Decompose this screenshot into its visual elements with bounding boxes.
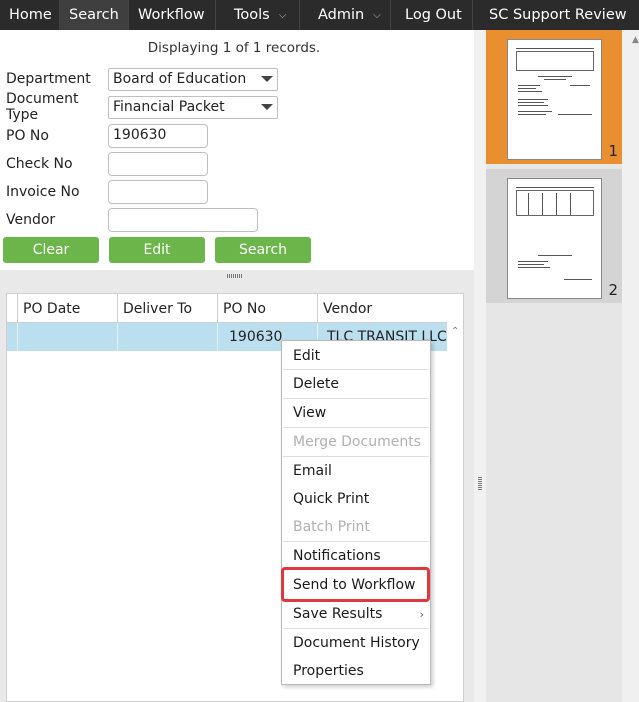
check-row: Check No [6, 152, 208, 176]
doctype-select[interactable]: Financial Packet [108, 95, 278, 119]
grid-header: PO Date Deliver To PO No Vendor [7, 294, 447, 323]
dropdown-arrow-icon [261, 104, 273, 110]
invoice-label: Invoice No [6, 184, 80, 200]
thumbnail-page-number: 2 [608, 281, 618, 299]
column-header-po-no[interactable]: PO No [218, 294, 318, 323]
grip-icon [478, 477, 482, 491]
menu-item-save-results[interactable]: Save Results › [282, 600, 430, 628]
column-header-deliver-to[interactable]: Deliver To [118, 294, 218, 323]
search-button[interactable]: Search [215, 237, 311, 263]
context-menu: Edit Delete View Merge Documents Email Q… [281, 340, 431, 685]
nav-home[interactable]: Home [0, 0, 60, 30]
dropdown-arrow-icon [261, 76, 273, 82]
po-row: PO No 190630 [6, 124, 208, 148]
nav-workflow-label: Workflow [138, 7, 205, 23]
vendor-row: Vendor [6, 208, 258, 232]
nav-home-label: Home [9, 7, 52, 23]
vertical-splitter[interactable] [474, 30, 486, 702]
invoice-row: Invoice No [6, 180, 208, 204]
page-thumbnail-image [507, 39, 602, 160]
po-label: PO No [6, 128, 49, 144]
nav-logout-label: Log Out [405, 7, 462, 23]
clear-button[interactable]: Clear [3, 237, 99, 263]
menu-item-batch-print: Batch Print [293, 519, 370, 535]
check-label: Check No [6, 156, 73, 172]
menu-item-delete[interactable]: Delete [282, 370, 430, 398]
thumbnail-page-2[interactable]: 2 [486, 169, 622, 303]
menu-item-view[interactable]: View [282, 399, 430, 427]
thumbnail-scrollbar[interactable] [622, 30, 639, 702]
department-row: Department Board of Education [6, 67, 278, 91]
row-selector-header [7, 294, 18, 323]
menu-item-quick-print[interactable]: Quick Print [282, 485, 430, 513]
thumbnail-page-1[interactable]: 1 [486, 30, 622, 164]
cell-deliver-to [118, 323, 218, 351]
thumbnail-page-number: 1 [608, 142, 618, 160]
thumbnail-panel: 1 2 ▲ [486, 30, 639, 702]
doctype-label: Document Type [6, 91, 79, 123]
column-header-po-date[interactable]: PO Date [18, 294, 118, 323]
column-header-vendor[interactable]: Vendor [318, 294, 447, 323]
save-results-label: Save Results [293, 606, 383, 622]
menu-item-document-history[interactable]: Document History [282, 629, 430, 657]
chevron-right-icon: › [419, 607, 424, 621]
vendor-input[interactable] [108, 208, 258, 232]
chevron-down-icon: ⌵ [373, 9, 381, 21]
department-label: Department [6, 71, 91, 87]
nav-tools-label: Tools [234, 7, 270, 23]
highlight-box [281, 567, 430, 602]
nav-admin[interactable]: Admin ⌵ [300, 0, 391, 30]
scroll-up-icon[interactable]: ⌃ [451, 326, 459, 337]
nav-admin-label: Admin [318, 7, 365, 23]
nav-tools[interactable]: Tools ⌵ [216, 0, 300, 30]
row-selector[interactable] [7, 323, 18, 351]
menu-item-email[interactable]: Email [282, 457, 430, 485]
menu-item-merge-documents: Merge Documents [293, 434, 421, 450]
nav-support-review[interactable]: SC Support Review [473, 0, 639, 30]
scroll-up-icon[interactable]: ▲ [632, 35, 639, 45]
search-panel: Displaying 1 of 1 records. Department Bo… [0, 30, 474, 270]
doctype-row: Document Type Financial Packet [6, 91, 278, 123]
cell-po-date [18, 323, 118, 351]
invoice-input[interactable] [108, 180, 208, 204]
department-select[interactable]: Board of Education [108, 67, 278, 91]
nav-logout[interactable]: Log Out [391, 0, 473, 30]
nav-search[interactable]: Search [60, 0, 129, 30]
nav-search-label: Search [69, 7, 119, 23]
menu-item-edit[interactable]: Edit [282, 342, 430, 370]
page-thumbnail-image [507, 178, 602, 299]
department-value: Board of Education [113, 71, 247, 87]
vendor-label: Vendor [6, 212, 56, 228]
menu-item-properties[interactable]: Properties [282, 657, 430, 685]
nav-workflow[interactable]: Workflow [129, 0, 216, 30]
grip-icon [227, 274, 243, 278]
top-navigation-bar: Home Search Workflow Tools ⌵ Admin ⌵ Log O… [0, 0, 639, 30]
check-input[interactable] [108, 152, 208, 176]
record-count-text: Displaying 1 of 1 records. [147, 40, 321, 56]
chevron-down-icon: ⌵ [278, 9, 287, 21]
po-input[interactable]: 190630 [108, 124, 208, 148]
edit-button[interactable]: Edit [109, 237, 205, 263]
menu-item-notifications[interactable]: Notifications [282, 542, 430, 570]
nav-support-review-label: SC Support Review [489, 7, 627, 23]
horizontal-splitter[interactable] [0, 270, 474, 282]
doctype-value: Financial Packet [113, 99, 225, 115]
